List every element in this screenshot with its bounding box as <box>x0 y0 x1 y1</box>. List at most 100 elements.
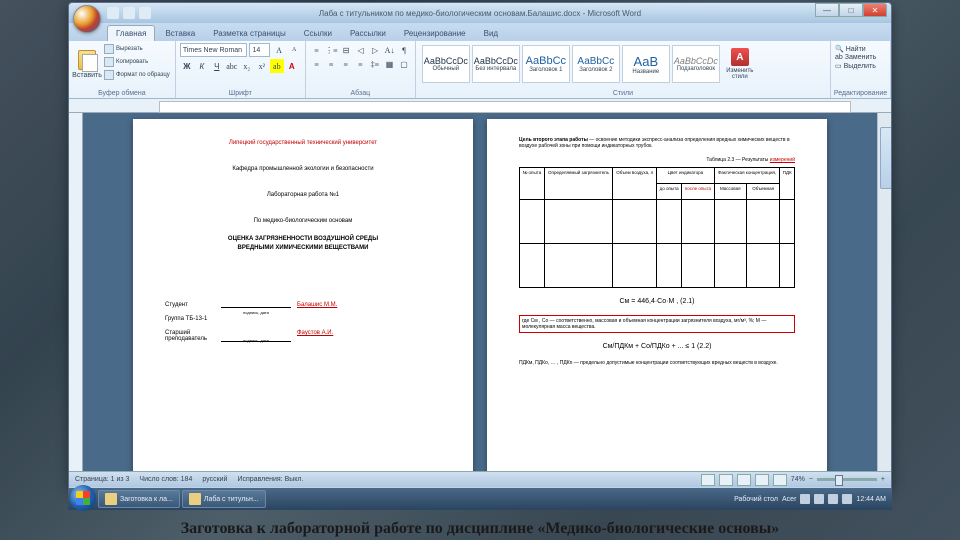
shrink-font-button[interactable]: A <box>288 43 301 57</box>
tray-icon[interactable] <box>814 494 824 504</box>
indent-inc-button[interactable]: ▷ <box>368 43 382 57</box>
status-page[interactable]: Страница: 1 из 3 <box>75 476 129 483</box>
superscript-button[interactable]: x² <box>255 59 269 73</box>
align-justify-button[interactable]: ≡ <box>354 57 368 71</box>
ribbon-tabs: Главная Вставка Разметка страницы Ссылки… <box>69 23 891 41</box>
office-button[interactable] <box>73 5 101 33</box>
tray-icon[interactable] <box>800 494 810 504</box>
paste-button[interactable]: Вставить <box>73 43 101 85</box>
select-button[interactable]: ▭Выделить <box>835 62 886 70</box>
tab-review[interactable]: Рецензирование <box>396 26 474 41</box>
tab-home[interactable]: Главная <box>107 25 155 41</box>
borders-button[interactable]: ▢ <box>397 57 411 71</box>
doc-labno: Лабораторная работа №1 <box>165 192 441 198</box>
numbering-button[interactable]: ⋮≡ <box>324 43 338 57</box>
style-normal[interactable]: АаBbCcDcОбычный <box>422 45 470 83</box>
underline-button[interactable]: Ч <box>210 59 224 73</box>
copy-button[interactable]: Копировать <box>103 56 171 68</box>
status-language[interactable]: русский <box>202 476 227 483</box>
font-size-select[interactable]: 14 <box>249 43 270 57</box>
sort-button[interactable]: A↓ <box>383 43 397 57</box>
start-button[interactable] <box>70 485 96 511</box>
style-heading2[interactable]: АаBbCсЗаголовок 2 <box>572 45 620 83</box>
taskbar-item-2[interactable]: Лаба с титульн... <box>182 490 266 508</box>
align-center-button[interactable]: ≡ <box>324 57 338 71</box>
doc-formula-2: Cм/ПДКм + Cо/ПДКо + ... ≤ 1 (2.2) <box>519 343 795 350</box>
quick-access-toolbar <box>107 7 151 19</box>
minimize-button[interactable]: — <box>815 3 839 17</box>
subscript-button[interactable]: x₂ <box>240 59 254 73</box>
zoom-slider[interactable] <box>817 478 877 481</box>
align-right-button[interactable]: ≡ <box>339 57 353 71</box>
scissors-icon <box>104 44 114 54</box>
taskbar-item-1[interactable]: Заготовка к ла... <box>98 490 180 508</box>
tray-brand: Acer <box>782 496 796 503</box>
style-title[interactable]: АаBНазвание <box>622 45 670 83</box>
window-title: Лаба с титульником по медико-биологическ… <box>319 9 641 18</box>
multilevel-button[interactable]: ⊟ <box>339 43 353 57</box>
scrollbar-vertical[interactable] <box>877 113 891 471</box>
replace-icon: ab <box>835 54 843 61</box>
copy-icon <box>104 57 114 67</box>
line-spacing-button[interactable]: ‡≡ <box>368 57 382 71</box>
bullets-button[interactable]: ≡ <box>310 43 324 57</box>
page-1[interactable]: Липецкий государственный технический уни… <box>133 119 473 471</box>
style-subtitle[interactable]: АаBbCcDcПодзаголовок <box>672 45 720 83</box>
qat-undo[interactable] <box>123 7 135 19</box>
doc-title-1: ОЦЕНКА ЗАГРЯЗНЕННОСТИ ВОЗДУШНОЙ СРЕДЫ <box>165 236 441 242</box>
ruler-vertical[interactable] <box>69 113 83 471</box>
doc-note-1: где Cм , Cо — соответственно, массовая и… <box>519 315 795 333</box>
group-clipboard: Вставить Вырезать Копировать Формат по о… <box>69 41 176 98</box>
format-painter-button[interactable]: Формат по образцу <box>103 69 171 81</box>
tab-references[interactable]: Ссылки <box>296 26 340 41</box>
replace-button[interactable]: abЗаменить <box>835 54 886 61</box>
tab-insert[interactable]: Вставка <box>157 26 203 41</box>
group-label: Абзац <box>306 90 415 97</box>
view-draft[interactable] <box>773 474 787 486</box>
bold-button[interactable]: Ж <box>180 59 194 73</box>
tab-layout[interactable]: Разметка страницы <box>205 26 294 41</box>
font-color-button[interactable]: A <box>285 59 299 73</box>
group-editing: 🔍Найти abЗаменить ▭Выделить Редактирован… <box>831 41 891 98</box>
doc-table-caption: Таблица 2.3 — Результаты измерений <box>519 157 795 163</box>
shading-button[interactable]: ▦ <box>383 57 397 71</box>
show-marks-button[interactable]: ¶ <box>397 43 411 57</box>
volume-icon[interactable] <box>842 494 852 504</box>
document-area[interactable]: Липецкий государственный технический уни… <box>69 113 891 471</box>
style-nospace[interactable]: АаBbCcDcБез интервала <box>472 45 520 83</box>
status-words[interactable]: Число слов: 184 <box>139 476 192 483</box>
status-zoom[interactable]: 74% <box>791 476 805 483</box>
zoom-out-button[interactable]: − <box>809 476 813 483</box>
indent-dec-button[interactable]: ◁ <box>354 43 368 57</box>
tab-mailings[interactable]: Рассылки <box>342 26 394 41</box>
group-label: Буфер обмена <box>69 90 175 97</box>
tab-view[interactable]: Вид <box>476 26 506 41</box>
qat-redo[interactable] <box>139 7 151 19</box>
zoom-in-button[interactable]: + <box>881 476 885 483</box>
cut-button[interactable]: Вырезать <box>103 43 171 55</box>
italic-button[interactable]: К <box>195 59 209 73</box>
ruler-horizontal[interactable] <box>69 99 891 113</box>
grow-font-button[interactable]: A <box>272 43 285 57</box>
view-reading[interactable] <box>719 474 733 486</box>
clock[interactable]: 12:44 AM <box>856 496 886 503</box>
strike-button[interactable]: abc <box>225 59 239 73</box>
status-track[interactable]: Исправления: Выкл. <box>237 476 303 483</box>
page-2[interactable]: Цель второго этапа работы — Цель второго… <box>487 119 827 471</box>
maximize-button[interactable]: □ <box>839 3 863 17</box>
network-icon[interactable] <box>828 494 838 504</box>
select-icon: ▭ <box>835 62 842 70</box>
qat-save[interactable] <box>107 7 119 19</box>
find-button[interactable]: 🔍Найти <box>835 45 886 53</box>
change-styles-button[interactable]: Изменить стили <box>722 45 758 83</box>
align-left-button[interactable]: ≡ <box>310 57 324 71</box>
view-web[interactable] <box>737 474 751 486</box>
close-button[interactable]: ✕ <box>863 3 887 17</box>
view-outline[interactable] <box>755 474 769 486</box>
view-print-layout[interactable] <box>701 474 715 486</box>
taskbar: Заготовка к ла... Лаба с титульн... Рабо… <box>68 488 892 510</box>
font-name-select[interactable]: Times New Roman <box>180 43 248 57</box>
show-desktop[interactable]: Рабочий стол <box>734 496 778 503</box>
style-heading1[interactable]: АаBbCсЗаголовок 1 <box>522 45 570 83</box>
highlight-button[interactable]: ab <box>270 59 284 73</box>
